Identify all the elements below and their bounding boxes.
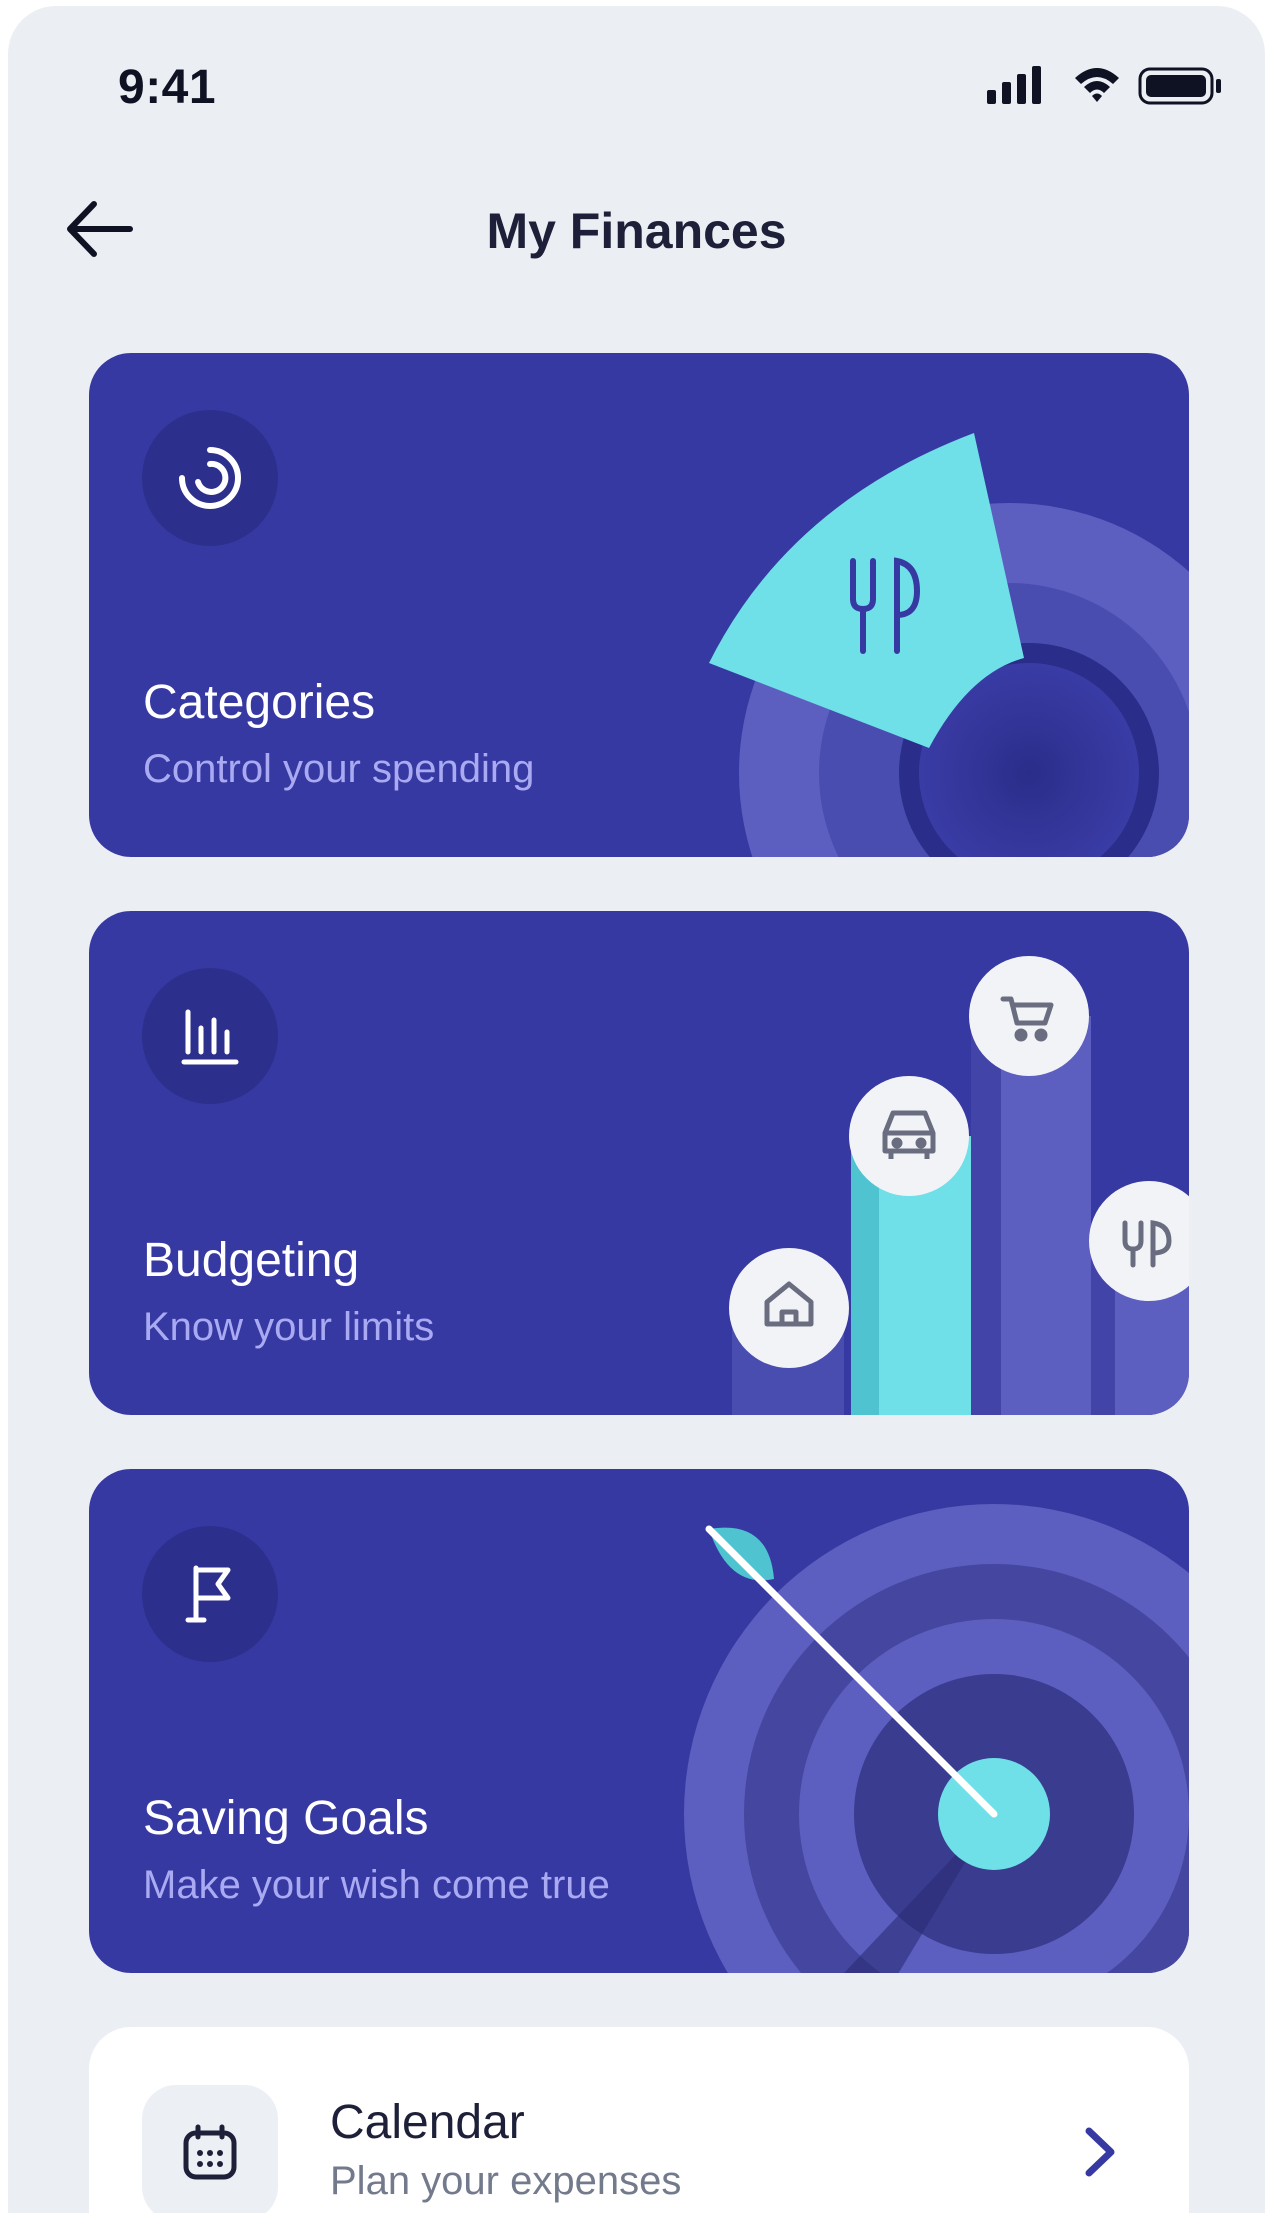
saving-goals-subtitle: Make your wish come true — [143, 1863, 610, 1907]
battery-icon — [1138, 67, 1221, 105]
phone-screen: 9:41 My Finances Categories Control your… — [8, 6, 1265, 2213]
calendar-title: Calendar — [330, 2096, 525, 2149]
saving-goals-title: Saving Goals — [143, 1792, 429, 1845]
pie-spinner-icon — [179, 447, 241, 509]
budgeting-subtitle: Know your limits — [143, 1305, 435, 1349]
budgeting-title: Budgeting — [143, 1234, 360, 1287]
calendar-subtitle: Plan your expenses — [330, 2159, 682, 2203]
signal-icon — [987, 66, 1041, 104]
saving-goals-card[interactable]: Saving Goals Make your wish come true — [89, 1469, 1189, 1973]
calendar-card[interactable]: Calendar Plan your expenses — [89, 2027, 1189, 2213]
categories-icon-circle — [142, 410, 278, 546]
saving-goals-icon-circle — [142, 1526, 278, 1662]
page-title: My Finances — [486, 203, 787, 259]
status-icons — [987, 66, 1221, 105]
status-time: 9:41 — [118, 61, 217, 114]
budgeting-card[interactable]: Budgeting Know your limits — [89, 911, 1189, 1415]
calendar-icon — [183, 2124, 237, 2180]
calendar-icon-box — [142, 2085, 278, 2213]
budgeting-icon-circle — [142, 968, 278, 1104]
wifi-icon — [1075, 68, 1119, 102]
bar-chart-icon — [181, 1009, 239, 1065]
chevron-right-icon[interactable] — [1075, 2119, 1125, 2185]
categories-subtitle: Control your spending — [143, 747, 535, 791]
flag-icon — [185, 1565, 231, 1623]
categories-card[interactable]: Categories Control your spending — [89, 353, 1189, 857]
categories-title: Categories — [143, 676, 376, 729]
